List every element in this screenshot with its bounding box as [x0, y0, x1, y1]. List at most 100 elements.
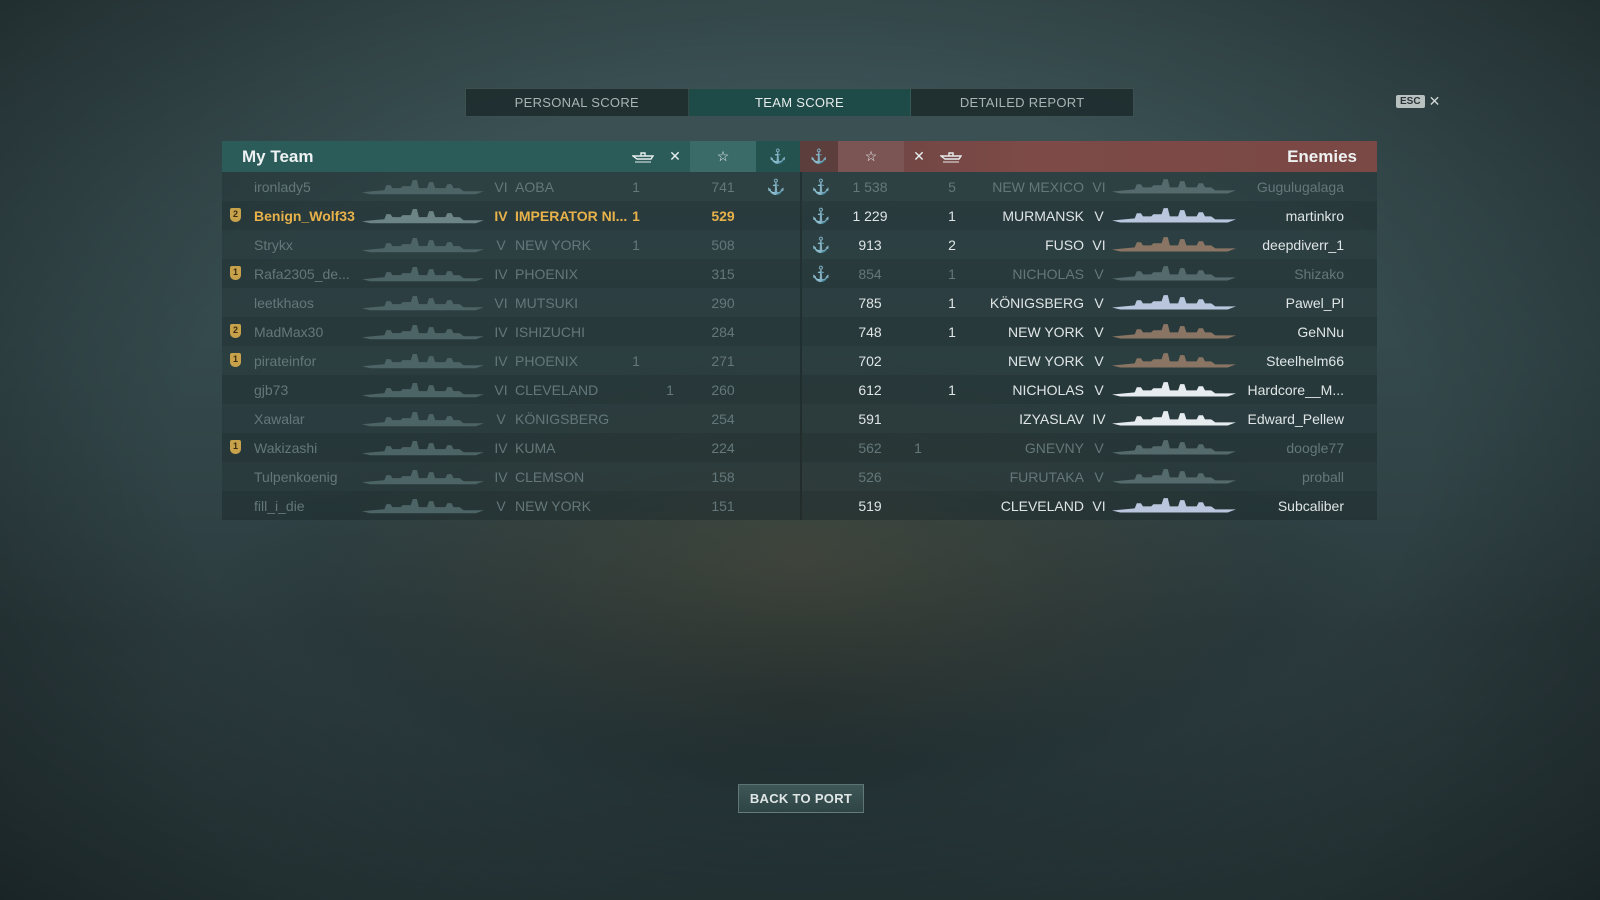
base-xp-score: 271 — [711, 352, 735, 369]
my-team-row[interactable]: leetkhaos VI MUTSUKI 290 — [222, 288, 800, 317]
enemy-row[interactable]: ⚓ 1 229 1 MURMANSK Vmartinkro — [802, 201, 1377, 230]
ships-destroyed: 1 — [632, 236, 640, 253]
ship-tier: IV — [1092, 410, 1106, 427]
enemy-row[interactable]: ⚓ 854 1 NICHOLAS V Shizako — [802, 259, 1377, 288]
ship-name: PHOENIX — [515, 352, 579, 369]
ship-tier: VI — [494, 381, 508, 398]
my-team-row[interactable]: fill_i_die V NEW YORK 151 — [222, 491, 800, 520]
ships-destroyed: 5 — [948, 178, 956, 195]
enemy-row[interactable]: ⚓ 913 2 FUSO VI deepdiverr_1 — [802, 230, 1377, 259]
ship-silhouette-icon — [362, 178, 484, 196]
tab-personal-score[interactable]: PERSONAL SCORE — [466, 89, 689, 116]
player-name: martinkro — [1285, 207, 1344, 224]
my-team-row[interactable]: Tulpenkoenig IV CLEMSON 158 — [222, 462, 800, 491]
my-team-row[interactable]: 2 Benign_Wolf33 IV IMPERATOR NI... 1 529 — [222, 201, 800, 230]
player-name: GeNNu — [1297, 323, 1344, 340]
base-capture-icon: ⚓ — [811, 265, 831, 283]
ships-destroyed: 1 — [632, 178, 640, 195]
base-xp-score: 254 — [711, 410, 735, 427]
player-name: leetkhaos — [254, 294, 314, 311]
ship-tier: IV — [494, 323, 508, 340]
ship-name: GNEVNY — [1024, 439, 1084, 456]
ship-silhouette-icon — [1112, 293, 1236, 313]
ship-name: NEW YORK — [515, 236, 591, 253]
enemy-row[interactable]: 562 1 GNEVNY Vdoogle77 — [802, 433, 1377, 462]
ship-silhouette-icon — [362, 352, 484, 370]
enemy-row[interactable]: 785 1 KÖNIGSBERG V Pawel_Pl — [802, 288, 1377, 317]
enemy-row[interactable]: 591 IZYASLAV IV Edward_Pellew — [802, 404, 1377, 433]
ship-name: NICHOLAS — [1012, 381, 1084, 398]
base-xp-score: 508 — [711, 236, 735, 253]
ship-name: FUSO — [1045, 236, 1084, 253]
player-name: Hardcore__M... — [1247, 381, 1344, 398]
ship-name: PHOENIX — [515, 265, 579, 282]
ship-name: KÖNIGSBERG — [989, 294, 1084, 311]
ship-silhouette-icon — [1112, 322, 1236, 342]
ship-tier: VI — [1092, 236, 1106, 253]
base-xp-score: 519 — [858, 497, 882, 514]
ship-name: NICHOLAS — [1012, 265, 1084, 282]
my-team-row[interactable]: gjb73 VI CLEVELAND 1 260 — [222, 375, 800, 404]
enemy-row[interactable]: 748 1 NEW YORK V GeNNu — [802, 317, 1377, 346]
ship-tier: V — [1094, 468, 1104, 485]
ship-silhouette-icon — [362, 323, 484, 341]
ship-tier: VI — [494, 294, 508, 311]
base-capture-icon: ⚓ — [811, 178, 831, 196]
my-team-row[interactable]: 1 pirateinfor IV PHOENIX 1 271 — [222, 346, 800, 375]
player-name: ironlady5 — [254, 178, 311, 195]
enemy-row[interactable]: ⚓ 1 538 5 NEW MEXICO VI Gugulugalaga — [802, 172, 1377, 201]
ship-name: KÖNIGSBERG — [515, 410, 610, 427]
base-xp-score: 224 — [711, 439, 735, 456]
my-team-row[interactable]: 1 Wakizashi IV KUMA 224 — [222, 433, 800, 462]
player-name: Benign_Wolf33 — [254, 207, 355, 224]
ship-name: MUTSUKI — [515, 294, 578, 311]
ship-name: IMPERATOR NI... — [515, 207, 628, 224]
ships-destroyed: 1 — [632, 352, 640, 369]
enemy-row[interactable]: 519 CLEVELAND VI Subcaliber — [802, 491, 1377, 520]
ship-name: ISHIZUCHI — [515, 323, 585, 340]
player-name: deepdiverr_1 — [1262, 236, 1344, 253]
ship-silhouette-icon — [362, 410, 484, 428]
base-xp-score: 748 — [858, 323, 882, 340]
my-team-header: My Team ✕ ☆ ⚓ — [222, 141, 800, 172]
ship-silhouette-icon — [362, 294, 484, 312]
ship-name: FURUTAKA — [1009, 468, 1084, 485]
player-name: pirateinfor — [254, 352, 317, 369]
my-team-row[interactable]: 2 MadMax30 IV ISHIZUCHI 284 — [222, 317, 800, 346]
enemy-row[interactable]: 526 FURUTAKA Vproball — [802, 462, 1377, 491]
my-team-row[interactable]: ironlady5 VI AOBA 1 741 ⚓ — [222, 172, 800, 201]
base-capture-icon: ⚓ — [766, 178, 786, 196]
base-xp-score: 284 — [711, 323, 735, 340]
ship-name: NEW YORK — [1008, 323, 1084, 340]
board-rows: ironlady5 VI AOBA 1 741 ⚓ 2 Benign_Wolf33 IV IMPE… — [222, 172, 1377, 520]
base-xp-score: 702 — [858, 352, 882, 369]
ships-destroyed: 1 — [948, 323, 956, 340]
anchor-base-icon: ⚓ — [756, 141, 800, 172]
ships-destroyed: 1 — [632, 207, 640, 224]
my-team-row[interactable]: Xawalar V KÖNIGSBERG 254 — [222, 404, 800, 433]
base-xp-score: 1 229 — [852, 207, 888, 224]
player-name: MadMax30 — [254, 323, 324, 340]
player-name: Tulpenkoenig — [254, 468, 338, 485]
ship-silhouette-icon — [362, 381, 484, 399]
base-xp-score: 591 — [858, 410, 882, 427]
ship-name: AOBA — [515, 178, 554, 195]
ship-name: MURMANSK — [1002, 207, 1084, 224]
ship-tier: VI — [1092, 178, 1106, 195]
player-name: Pawel_Pl — [1285, 294, 1344, 311]
my-team-row[interactable]: 1 Rafa2305_de... IV PHOENIX 315 — [222, 259, 800, 288]
enemy-row[interactable]: 702 NEW YORK V Steelhelm66 — [802, 346, 1377, 375]
enemy-row[interactable]: 612 1 NICHOLAS V Hardcore__M... — [802, 375, 1377, 404]
close-icon: ✕ — [1428, 93, 1441, 109]
esc-key-label: ESC — [1396, 95, 1425, 108]
close-button[interactable]: ESC ✕ — [1396, 93, 1440, 110]
my-team-row[interactable]: Strykx V NEW YORK 1 508 — [222, 230, 800, 259]
tab-detailed-report[interactable]: DETAILED REPORT — [911, 89, 1133, 116]
tab-team-score[interactable]: TEAM SCORE — [688, 89, 912, 116]
player-name: Rafa2305_de... — [254, 265, 350, 282]
enemies-title: Enemies — [1287, 146, 1357, 166]
ship-name: IZYASLAV — [1019, 410, 1084, 427]
anchor-base-icon: ⚓ — [800, 141, 838, 172]
ship-silhouette-icon — [362, 497, 484, 515]
back-to-port-button[interactable]: BACK TO PORT — [738, 784, 864, 813]
